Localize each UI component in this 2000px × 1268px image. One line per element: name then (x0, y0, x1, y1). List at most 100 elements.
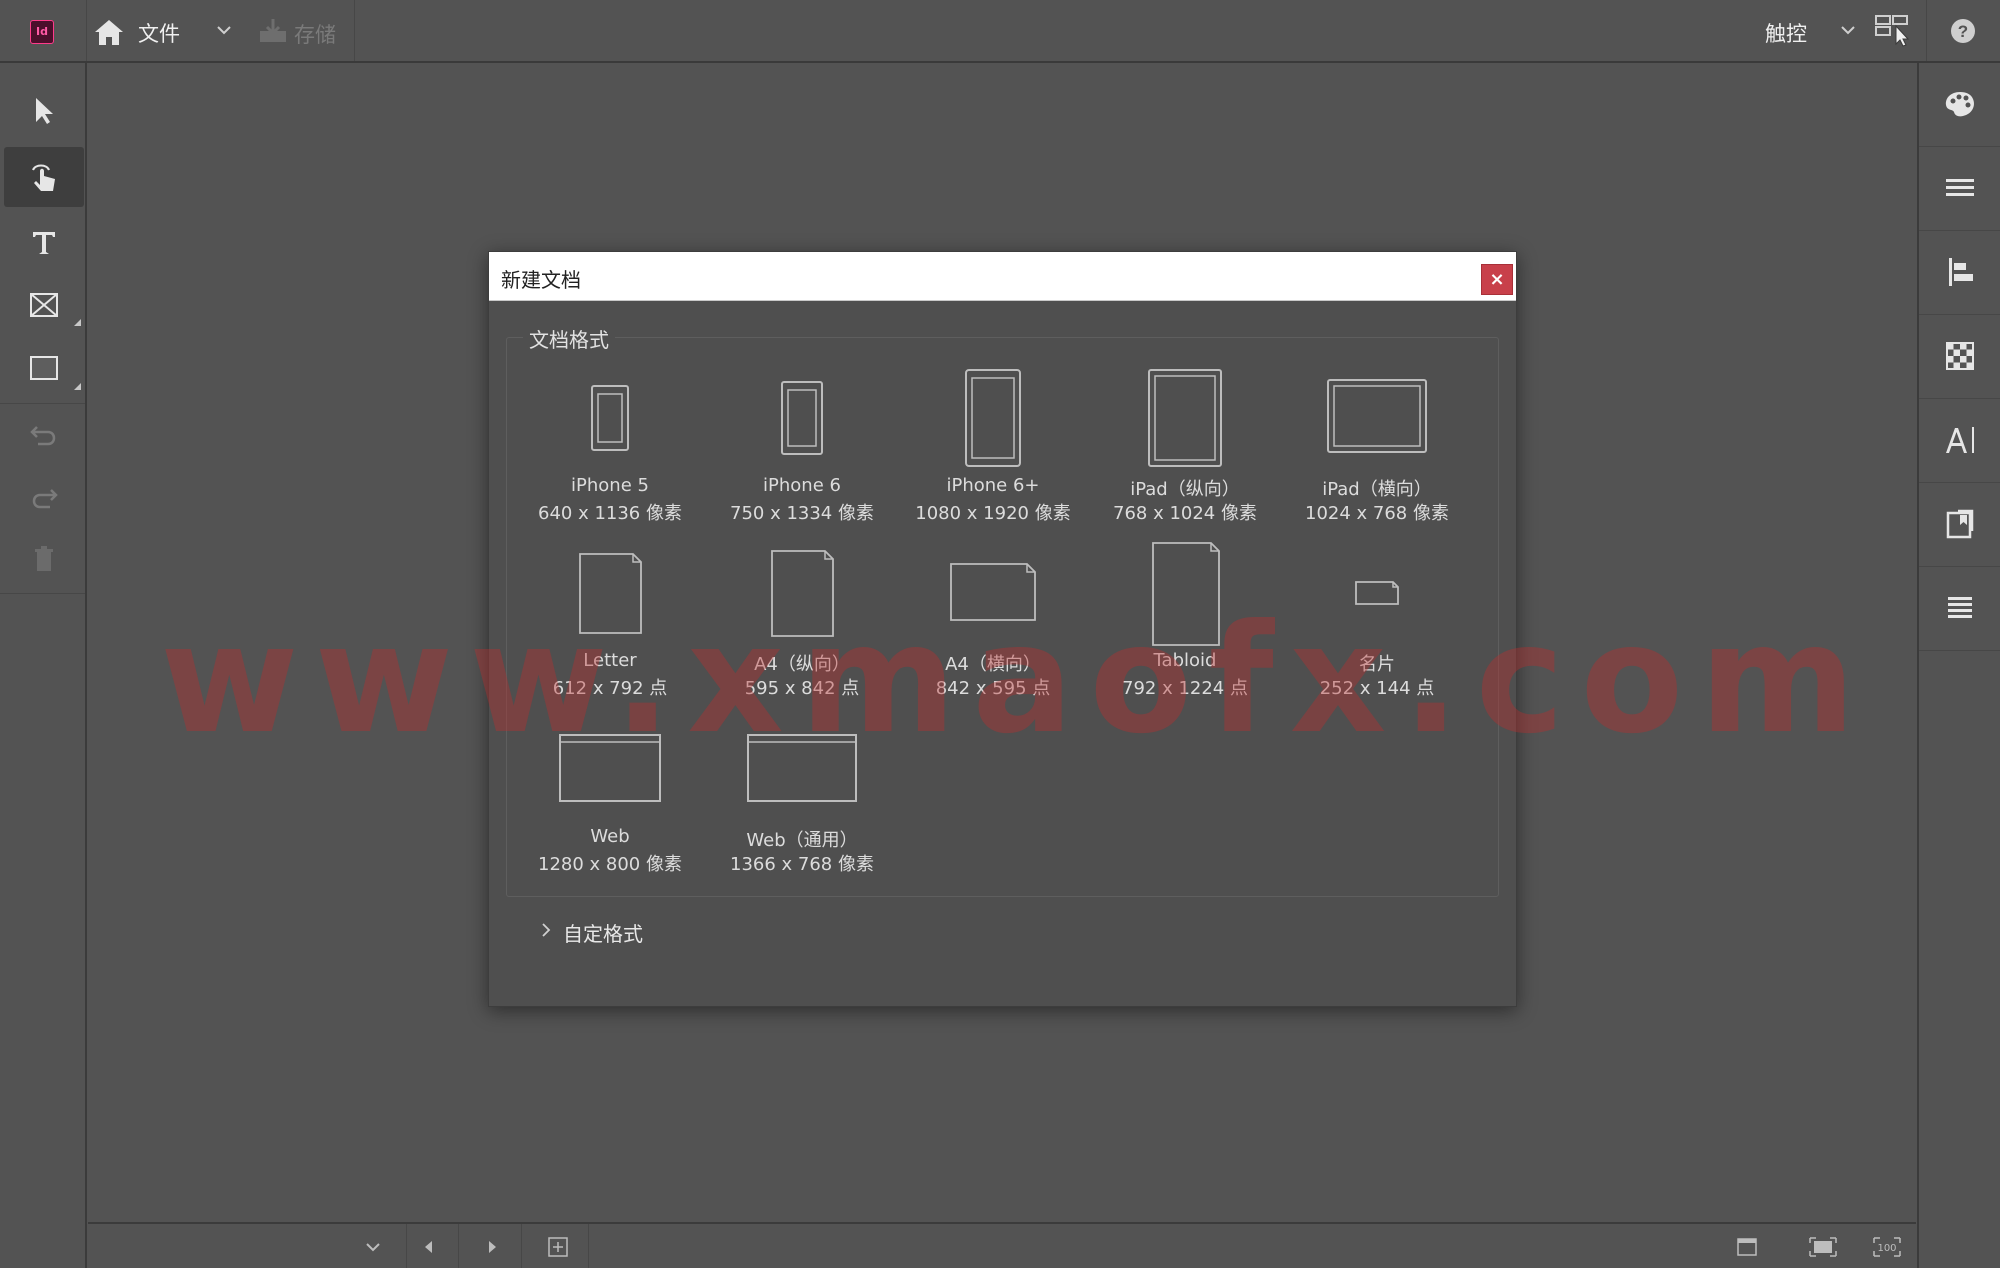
trash-icon (35, 546, 53, 571)
phone-portrait-icon (897, 362, 1089, 472)
selection-tool[interactable] (4, 81, 84, 141)
preset-name: Tabloid (1153, 650, 1217, 671)
home-icon (95, 20, 123, 45)
checkerboard-icon (1946, 342, 1974, 370)
toolbar-divider (86, 0, 87, 61)
preset-name: iPad（横向） (1322, 479, 1432, 500)
touch-workspace-icon[interactable] (1874, 14, 1912, 48)
type-tool[interactable] (4, 213, 84, 273)
preset-ipad-portrait[interactable]: iPad（纵向） 768 x 1024 像素 (1089, 362, 1281, 524)
list-lines-icon (1948, 597, 1972, 618)
preset-a4-portrait[interactable]: A4（纵向） 595 x 842 点 (706, 537, 898, 699)
paragraph-panel-button[interactable] (1919, 567, 2000, 651)
swatches-panel-button[interactable] (1919, 63, 2000, 147)
close-button[interactable]: × (1481, 264, 1513, 295)
fit-page-icon[interactable] (1808, 1236, 1838, 1258)
pages-icon (1946, 509, 1974, 539)
rectangle-icon (30, 356, 58, 380)
preset-size: 252 x 144 点 (1319, 678, 1435, 699)
indesign-logo: Id (30, 20, 54, 44)
panels-dock (1917, 63, 2000, 1268)
save-button[interactable]: 存储 (256, 17, 346, 47)
chevron-right-icon (542, 923, 551, 937)
custom-format-expander[interactable]: 自定格式 (539, 916, 739, 946)
preset-name: Web（通用） (746, 830, 858, 851)
character-panel-button[interactable] (1919, 399, 2000, 483)
preset-name: iPhone 6 (763, 475, 841, 496)
dialog-title: 新建文档 (501, 268, 581, 292)
svg-text:?: ? (1958, 22, 1968, 41)
preset-size: 1280 x 800 像素 (538, 854, 682, 875)
rectangle-frame-tool[interactable] (4, 275, 84, 335)
actual-size-icon[interactable]: 100 (1872, 1236, 1902, 1258)
preset-iphone-6[interactable]: iPhone 6 750 x 1334 像素 (706, 362, 898, 524)
workspace-chevron-icon[interactable] (1838, 20, 1858, 40)
file-menu[interactable]: 文件 (138, 18, 180, 48)
character-a-icon (1946, 427, 1974, 453)
preset-size: 750 x 1334 像素 (730, 503, 874, 524)
properties-panel-button[interactable] (1919, 147, 2000, 231)
home-button[interactable] (92, 17, 126, 47)
view-mode-icon[interactable] (1736, 1236, 1758, 1258)
preset-name: Letter (583, 650, 637, 671)
workspace-switcher[interactable]: 触控 (1765, 18, 1807, 48)
redo-button[interactable] (4, 466, 84, 526)
phone-portrait-icon (706, 362, 898, 472)
tools-divider (0, 593, 85, 594)
page-portrait-icon (706, 537, 898, 647)
transparency-panel-button[interactable] (1919, 315, 2000, 399)
tools-panel (0, 63, 87, 1268)
page-dropdown-chevron-icon[interactable] (362, 1236, 384, 1258)
preset-size: 792 x 1224 点 (1122, 678, 1248, 699)
phone-portrait-icon (514, 362, 706, 472)
help-icon[interactable]: ? (1948, 16, 1978, 46)
status-divider (458, 1224, 459, 1268)
screen-landscape-icon (706, 713, 898, 823)
svg-text:100: 100 (1877, 1243, 1896, 1254)
delete-button[interactable] (4, 529, 84, 589)
preset-name: A4（纵向） (754, 654, 850, 675)
status-divider (588, 1224, 589, 1268)
arrow-pointer-icon (36, 98, 53, 124)
preset-web[interactable]: Web 1280 x 800 像素 (514, 713, 706, 875)
text-t-icon (33, 232, 55, 254)
new-document-dialog: 新建文档 × 文档格式 iPhone 5 640 x 1136 像素 iPhon… (488, 251, 1517, 1007)
preset-name: iPhone 5 (571, 475, 649, 496)
screen-landscape-icon (514, 713, 706, 823)
undo-icon (30, 426, 56, 446)
tool-flyout-indicator (74, 383, 81, 390)
preset-size: 612 x 792 点 (552, 678, 668, 699)
preset-iphone-6-plus[interactable]: iPhone 6+ 1080 x 1920 像素 (897, 362, 1089, 524)
preset-name: iPad（纵向） (1130, 479, 1240, 500)
dialog-titlebar: 新建文档 × (489, 252, 1516, 301)
status-divider (406, 1224, 407, 1268)
preset-business-card[interactable]: 名片 252 x 144 点 (1281, 537, 1473, 699)
tablet-landscape-icon (1281, 362, 1473, 472)
preset-name: 名片 (1359, 654, 1395, 675)
save-label: 存储 (294, 23, 336, 47)
previous-page-icon[interactable] (418, 1236, 440, 1258)
pages-panel-button[interactable] (1919, 483, 2000, 567)
preset-size: 1366 x 768 像素 (730, 854, 874, 875)
align-panel-button[interactable] (1919, 231, 2000, 315)
preset-iphone-5[interactable]: iPhone 5 640 x 1136 像素 (514, 362, 706, 524)
menu-lines-icon (1946, 179, 1974, 196)
touch-tool[interactable] (4, 147, 84, 207)
undo-button[interactable] (4, 403, 84, 463)
redo-icon (32, 489, 58, 509)
preset-web-common[interactable]: Web（通用） 1366 x 768 像素 (706, 713, 898, 875)
preset-tabloid[interactable]: Tabloid 792 x 1224 点 (1089, 537, 1281, 699)
preset-size: 842 x 595 点 (935, 678, 1051, 699)
file-menu-chevron-icon[interactable] (214, 20, 234, 40)
preset-name: A4（横向） (945, 654, 1041, 675)
status-divider (521, 1224, 522, 1268)
preset-letter[interactable]: Letter 612 x 792 点 (514, 537, 706, 699)
preset-ipad-landscape[interactable]: iPad（横向） 1024 x 768 像素 (1281, 362, 1473, 524)
page-portrait-icon (514, 537, 706, 647)
tool-flyout-indicator (74, 319, 81, 326)
rectangle-tool[interactable] (4, 338, 84, 398)
add-page-icon[interactable] (547, 1236, 569, 1258)
preset-a4-landscape[interactable]: A4（横向） 842 x 595 点 (897, 537, 1089, 699)
next-page-icon[interactable] (481, 1236, 503, 1258)
frame-x-icon (30, 293, 58, 317)
